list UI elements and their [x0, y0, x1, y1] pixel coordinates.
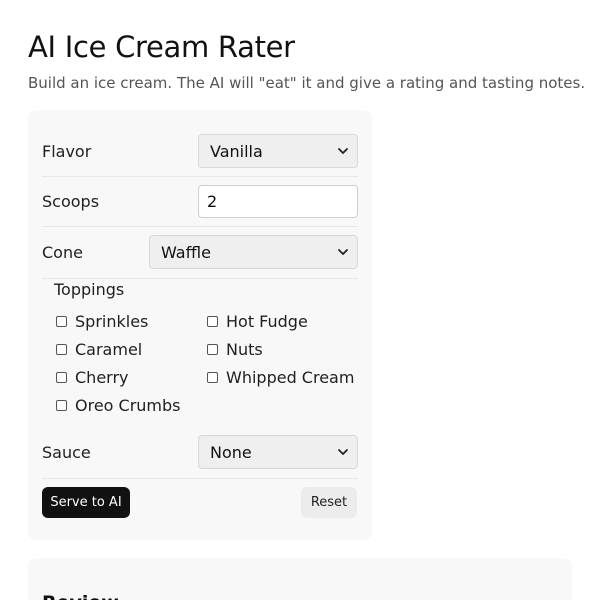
chevron-down-icon	[338, 249, 348, 255]
checkbox[interactable]	[207, 316, 218, 327]
app-page: AI Ice Cream Rater Build an ice cream. T…	[0, 0, 600, 600]
topping-label: Hot Fudge	[226, 312, 308, 331]
topping-oreo-crumbs[interactable]: Oreo Crumbs	[56, 396, 181, 415]
checkbox[interactable]	[56, 316, 67, 327]
scoops-row: Scoops 2	[42, 185, 358, 218]
cone-select-value: Waffle	[161, 242, 211, 262]
flavor-select[interactable]: Vanilla	[198, 134, 358, 168]
flavor-label: Flavor	[42, 141, 92, 161]
topping-label: Cherry	[75, 368, 129, 387]
scoops-label: Scoops	[42, 192, 100, 211]
checkbox[interactable]	[207, 372, 218, 383]
cone-label: Cone	[42, 242, 83, 262]
topping-cherry[interactable]: Cherry	[56, 368, 129, 387]
checkbox[interactable]	[207, 344, 218, 355]
review-panel: Review	[28, 558, 572, 600]
topping-label: Nuts	[226, 340, 263, 359]
divider	[42, 478, 358, 479]
topping-label: Oreo Crumbs	[75, 396, 181, 415]
topping-label: Sprinkles	[75, 312, 149, 331]
sauce-row: Sauce None	[42, 435, 358, 469]
cone-select[interactable]: Waffle	[149, 235, 358, 269]
chevron-down-icon	[338, 449, 348, 455]
chevron-down-icon	[338, 148, 348, 154]
review-heading: Review	[42, 592, 119, 600]
sauce-select-value: None	[210, 442, 252, 462]
checkbox[interactable]	[56, 372, 67, 383]
flavor-row: Flavor Vanilla	[42, 134, 358, 168]
topping-nuts[interactable]: Nuts	[207, 340, 263, 359]
sauce-select[interactable]: None	[198, 435, 358, 469]
checkbox[interactable]	[56, 344, 67, 355]
topping-label: Caramel	[75, 340, 143, 359]
sauce-label: Sauce	[42, 442, 91, 462]
topping-hot-fudge[interactable]: Hot Fudge	[207, 312, 308, 331]
page-subtitle: Build an ice cream. The AI will "eat" it…	[28, 74, 586, 92]
topping-caramel[interactable]: Caramel	[56, 340, 142, 359]
reset-button[interactable]: Reset	[301, 487, 357, 518]
builder-form: Flavor Vanilla Scoops 2 Cone Waffle Topp…	[28, 110, 372, 540]
serve-to-ai-button[interactable]: Serve to AI	[42, 487, 130, 518]
divider	[42, 226, 358, 227]
divider	[42, 176, 358, 177]
cone-row: Cone Waffle	[42, 235, 358, 269]
topping-whipped-cream[interactable]: Whipped Cream	[207, 368, 354, 387]
scoops-input[interactable]: 2	[198, 185, 358, 218]
checkbox[interactable]	[56, 400, 67, 411]
topping-sprinkles[interactable]: Sprinkles	[56, 312, 148, 331]
toppings-label: Toppings	[54, 280, 125, 299]
topping-label: Whipped Cream	[226, 368, 355, 387]
divider	[42, 278, 358, 279]
page-title: AI Ice Cream Rater	[28, 30, 295, 64]
flavor-select-value: Vanilla	[210, 141, 263, 161]
